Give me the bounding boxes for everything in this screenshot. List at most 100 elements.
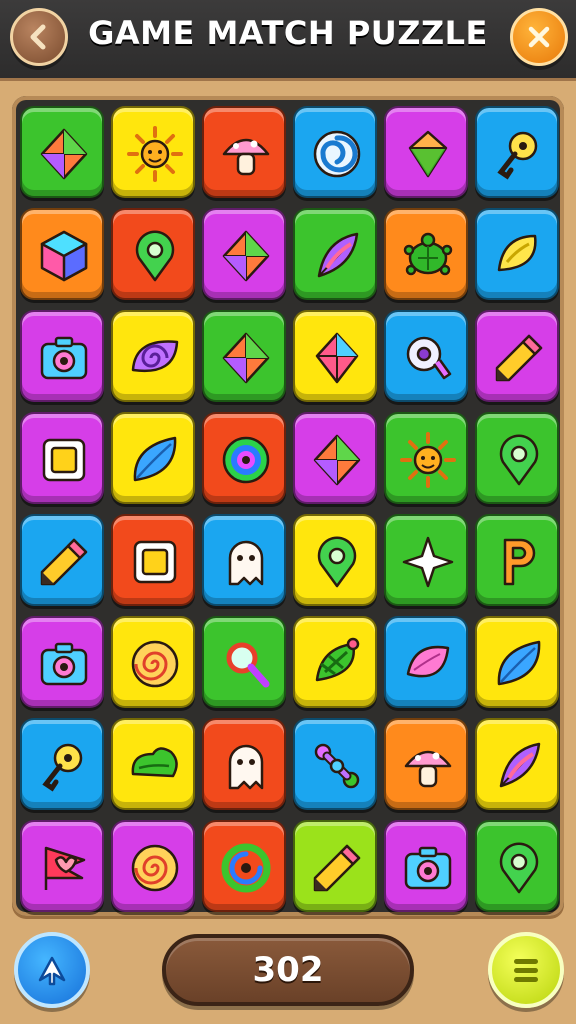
share-arrow-icon	[38, 956, 66, 986]
turtle-icon	[403, 232, 453, 276]
spiral-icon	[131, 640, 179, 688]
mushroom-icon	[222, 138, 270, 176]
close-button[interactable]	[510, 8, 568, 66]
tile-r2-c1[interactable]	[20, 208, 104, 300]
spiral-leaf-icon	[131, 340, 179, 373]
tile-r2-c6[interactable]	[475, 208, 559, 300]
map-pin-icon	[499, 842, 539, 894]
close-icon	[528, 26, 550, 48]
tile-r1-c5[interactable]	[384, 106, 468, 198]
tile-r7-c5[interactable]	[384, 718, 468, 810]
score-value: 302	[252, 950, 324, 990]
tile-r7-c1[interactable]	[20, 718, 104, 810]
top-bar: GAME MATCH PUZZLE	[0, 0, 576, 78]
square-icon	[133, 540, 177, 584]
page-title: GAME MATCH PUZZLE	[88, 14, 488, 52]
bone-icon	[314, 743, 360, 789]
kite-icon	[222, 230, 270, 282]
kite-icon	[222, 332, 270, 384]
ghost-icon	[228, 540, 264, 586]
tile-r6-c4[interactable]	[293, 616, 377, 708]
tile-r8-c1[interactable]	[20, 820, 104, 912]
tile-r4-c6[interactable]	[475, 412, 559, 504]
tile-r5-c1[interactable]	[20, 514, 104, 606]
map-pin-icon	[135, 230, 175, 282]
score-display: 302	[162, 934, 414, 1006]
spiral-g-icon	[221, 843, 271, 893]
tile-r6-c3[interactable]	[202, 616, 286, 708]
tile-r1-c3[interactable]	[202, 106, 286, 198]
key-icon	[42, 743, 83, 792]
pencil-icon	[495, 334, 543, 382]
star-icon	[402, 536, 454, 588]
feather-icon	[317, 232, 359, 278]
tile-r5-c4[interactable]	[293, 514, 377, 606]
kite-icon	[40, 128, 88, 180]
map-pin-icon	[499, 434, 539, 486]
pencil-icon	[40, 538, 88, 586]
tile-r8-c2[interactable]	[111, 820, 195, 912]
tile-r4-c3[interactable]	[202, 412, 286, 504]
tile-r6-c5[interactable]	[384, 616, 468, 708]
leaf-icon	[497, 640, 541, 686]
tile-r3-c3[interactable]	[202, 310, 286, 402]
tile-r3-c4[interactable]	[293, 310, 377, 402]
tile-r7-c6[interactable]	[475, 718, 559, 810]
cloud-leaf-icon	[131, 747, 178, 778]
tile-r3-c1[interactable]	[20, 310, 104, 402]
tile-r2-c3[interactable]	[202, 208, 286, 300]
tile-r3-c5[interactable]	[384, 310, 468, 402]
tile-r4-c2[interactable]	[111, 412, 195, 504]
tile-r4-c5[interactable]	[384, 412, 468, 504]
tile-r7-c4[interactable]	[293, 718, 377, 810]
share-button[interactable]	[14, 932, 90, 1008]
tile-r1-c6[interactable]	[475, 106, 559, 198]
tile-r2-c5[interactable]	[384, 208, 468, 300]
tile-r5-c5[interactable]	[384, 514, 468, 606]
magnifier-icon	[226, 642, 270, 688]
tile-r6-c6[interactable]	[475, 616, 559, 708]
pencil-icon	[313, 844, 361, 892]
tile-r8-c6[interactable]	[475, 820, 559, 912]
feather-icon	[499, 742, 541, 788]
heart-flag-icon	[44, 846, 86, 890]
tile-r8-c5[interactable]	[384, 820, 468, 912]
tile-r3-c2[interactable]	[111, 310, 195, 402]
cube-icon	[40, 230, 88, 282]
tile-r2-c4[interactable]	[293, 208, 377, 300]
mushroom-icon	[404, 750, 452, 788]
swirl-icon	[313, 130, 361, 178]
tile-r1-c2[interactable]	[111, 106, 195, 198]
tile-r6-c2[interactable]	[111, 616, 195, 708]
tile-r7-c3[interactable]	[202, 718, 286, 810]
camera-icon	[40, 642, 88, 686]
puzzle-board	[12, 96, 564, 916]
tile-r3-c6[interactable]	[475, 310, 559, 402]
tile-r6-c1[interactable]	[20, 616, 104, 708]
tile-r8-c3[interactable]	[202, 820, 286, 912]
camera-icon	[404, 846, 452, 890]
camera-icon	[40, 336, 88, 380]
tile-r1-c4[interactable]	[293, 106, 377, 198]
ghost-icon	[228, 744, 264, 790]
map-pin-icon	[317, 536, 357, 588]
bug-icon	[315, 637, 360, 682]
whistle-icon	[406, 336, 452, 380]
tile-r1-c1[interactable]	[20, 106, 104, 198]
spiral-icon	[131, 844, 179, 892]
tile-r5-c2[interactable]	[111, 514, 195, 606]
petal-icon	[406, 645, 450, 678]
tile-r2-c2[interactable]	[111, 208, 195, 300]
tile-r5-c6[interactable]	[475, 514, 559, 606]
menu-button[interactable]	[488, 932, 564, 1008]
tile-r8-c4[interactable]	[293, 820, 377, 912]
tile-r4-c4[interactable]	[293, 412, 377, 504]
letter-p-icon	[503, 538, 536, 586]
kite-icon	[313, 434, 361, 486]
sun-icon	[127, 126, 183, 182]
tile-r7-c2[interactable]	[111, 718, 195, 810]
square-icon	[42, 438, 86, 482]
tile-r5-c3[interactable]	[202, 514, 286, 606]
leaf-icon	[133, 436, 177, 482]
tile-r4-c1[interactable]	[20, 412, 104, 504]
